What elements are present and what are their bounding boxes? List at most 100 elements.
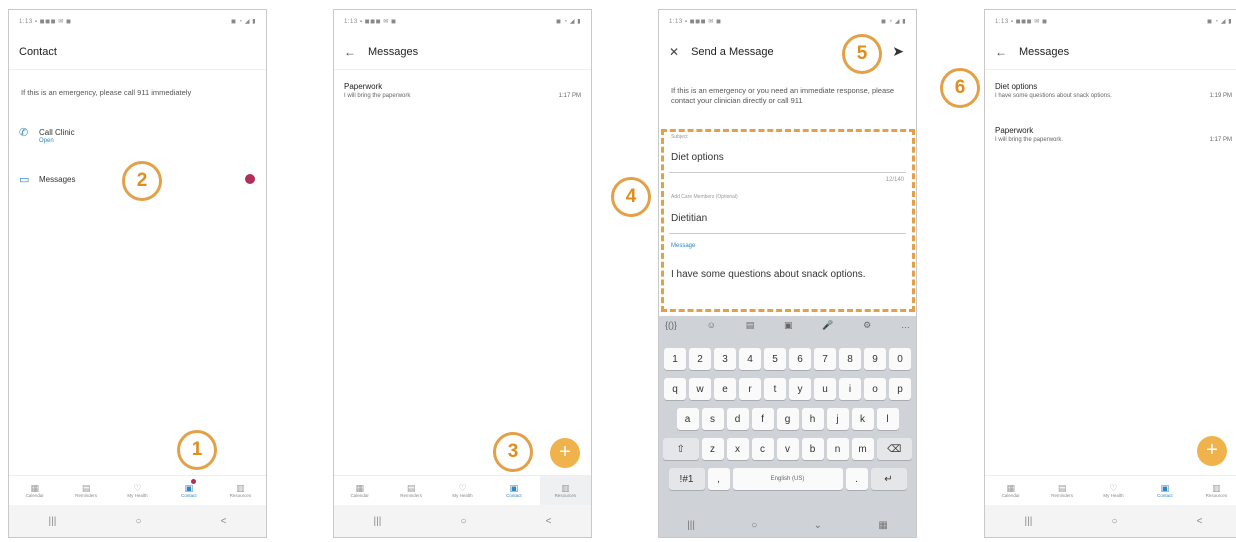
key[interactable]: e: [714, 378, 736, 400]
back-arrow-icon[interactable]: ←: [344, 45, 356, 59]
key[interactable]: i: [839, 378, 861, 400]
key[interactable]: t: [764, 378, 786, 400]
symbols-key[interactable]: !#1: [668, 468, 705, 490]
sticker-icon[interactable]: ▤: [746, 320, 755, 336]
tab-resources[interactable]: ▥ Resources: [539, 476, 591, 505]
hide-keyboard-button[interactable]: ⌄: [814, 520, 822, 531]
keyboard-switch-button[interactable]: ▦: [878, 520, 887, 531]
call-clinic-item[interactable]: ✆ Call Clinic Open: [19, 128, 256, 145]
step-callout-4: 4: [611, 177, 651, 217]
key[interactable]: l: [876, 408, 899, 430]
message-list-item[interactable]: Diet options I have some questions about…: [995, 82, 1232, 99]
subject-input[interactable]: Diet options: [671, 152, 724, 163]
backspace-key[interactable]: ⌫: [876, 438, 912, 460]
tab-my-health[interactable]: ♡ My Health: [112, 476, 163, 505]
send-icon[interactable]: ➤: [892, 43, 904, 60]
tab-my-health[interactable]: ♡ My Health: [437, 476, 488, 505]
key[interactable]: b: [801, 438, 824, 460]
back-button[interactable]: <: [1197, 516, 1203, 527]
system-nav-bar: ||| ○ <: [985, 505, 1236, 537]
home-button[interactable]: ○: [135, 516, 141, 527]
key[interactable]: y: [789, 378, 811, 400]
key[interactable]: j: [826, 408, 849, 430]
key[interactable]: v: [776, 438, 799, 460]
key[interactable]: o: [864, 378, 886, 400]
tab-reminders[interactable]: ▤ Reminders: [60, 476, 111, 505]
home-button[interactable]: ○: [1111, 516, 1117, 527]
tab-calendar[interactable]: ▦ Calendar: [985, 476, 1036, 505]
key[interactable]: z: [701, 438, 724, 460]
tab-my-health[interactable]: ♡ My Health: [1088, 476, 1139, 505]
status-text: 1:13 ▪ ◼◼◼ ✉ ◼: [19, 18, 72, 25]
key[interactable]: 4: [739, 348, 761, 370]
recents-button[interactable]: |||: [687, 520, 695, 531]
tab-reminders[interactable]: ▤ Reminders: [385, 476, 436, 505]
gif-icon[interactable]: ▣: [784, 320, 793, 336]
care-members-input[interactable]: Dietitian: [671, 213, 707, 224]
settings-icon[interactable]: ⚙: [863, 320, 871, 336]
tab-calendar[interactable]: ▦ Calendar: [9, 476, 60, 505]
status-text: 1:13 ▪ ◼◼◼ ✉ ◼: [344, 18, 397, 25]
tab-contact[interactable]: ▣ Contact: [163, 476, 214, 505]
tab-resources[interactable]: ▥ Resources: [1191, 476, 1236, 505]
key[interactable]: 3: [714, 348, 736, 370]
new-message-button[interactable]: +: [550, 438, 580, 468]
key[interactable]: s: [701, 408, 724, 430]
back-button[interactable]: <: [221, 516, 227, 527]
key[interactable]: u: [814, 378, 836, 400]
key[interactable]: 2: [689, 348, 711, 370]
health-icon: ♡: [133, 483, 142, 493]
message-label: Message: [671, 243, 696, 249]
key[interactable]: c: [751, 438, 774, 460]
back-button[interactable]: <: [546, 516, 552, 527]
key[interactable]: r: [739, 378, 761, 400]
key[interactable]: 5: [764, 348, 786, 370]
period-key[interactable]: .: [845, 468, 868, 490]
key[interactable]: h: [801, 408, 824, 430]
key[interactable]: d: [726, 408, 749, 430]
tab-calendar[interactable]: ▦ Calendar: [334, 476, 385, 505]
close-icon[interactable]: ✕: [669, 45, 679, 59]
key[interactable]: a: [676, 408, 699, 430]
key[interactable]: g: [776, 408, 799, 430]
recents-button[interactable]: |||: [1025, 516, 1033, 527]
tab-resources[interactable]: ▥ Resources: [215, 476, 266, 505]
key[interactable]: p: [889, 378, 911, 400]
home-button[interactable]: ○: [751, 520, 757, 531]
status-text: 1:13 ▪ ◼◼◼ ✉ ◼: [669, 18, 722, 25]
recents-button[interactable]: |||: [374, 516, 382, 527]
recents-button[interactable]: |||: [49, 516, 57, 527]
key[interactable]: 9: [864, 348, 886, 370]
calendar-icon: ▦: [355, 483, 364, 493]
key[interactable]: 6: [789, 348, 811, 370]
key[interactable]: 7: [814, 348, 836, 370]
comma-key[interactable]: ,: [707, 468, 730, 490]
back-arrow-icon[interactable]: ←: [995, 45, 1007, 59]
key[interactable]: f: [751, 408, 774, 430]
space-key[interactable]: English (US): [732, 468, 843, 490]
tab-contact[interactable]: ▣ Contact: [1139, 476, 1190, 505]
key[interactable]: w: [689, 378, 711, 400]
new-message-button[interactable]: +: [1197, 436, 1227, 466]
key[interactable]: x: [726, 438, 749, 460]
key[interactable]: 8: [839, 348, 861, 370]
key[interactable]: q: [664, 378, 686, 400]
emoji-icon[interactable]: ☺: [707, 320, 716, 336]
key[interactable]: 0: [889, 348, 911, 370]
enter-key[interactable]: ↵: [870, 468, 907, 490]
tab-contact[interactable]: ▣ Contact: [488, 476, 539, 505]
home-button[interactable]: ○: [460, 516, 466, 527]
microphone-icon[interactable]: 🎤: [822, 320, 833, 336]
more-icon[interactable]: …: [901, 320, 910, 336]
key[interactable]: k: [851, 408, 874, 430]
message-list-item[interactable]: Paperwork I will bring the paperwork. 1:…: [995, 126, 1232, 143]
key[interactable]: m: [851, 438, 874, 460]
tab-reminders[interactable]: ▤ Reminders: [1036, 476, 1087, 505]
shift-key[interactable]: ⇧: [663, 438, 699, 460]
key[interactable]: 1: [664, 348, 686, 370]
key[interactable]: n: [826, 438, 849, 460]
system-nav-bar: ||| ○ <: [9, 505, 266, 537]
message-input[interactable]: I have some questions about snack option…: [671, 268, 891, 282]
kb-tool-0[interactable]: {()}: [665, 320, 677, 336]
message-list-item[interactable]: Paperwork I will bring the paperwork 1:1…: [344, 82, 581, 99]
